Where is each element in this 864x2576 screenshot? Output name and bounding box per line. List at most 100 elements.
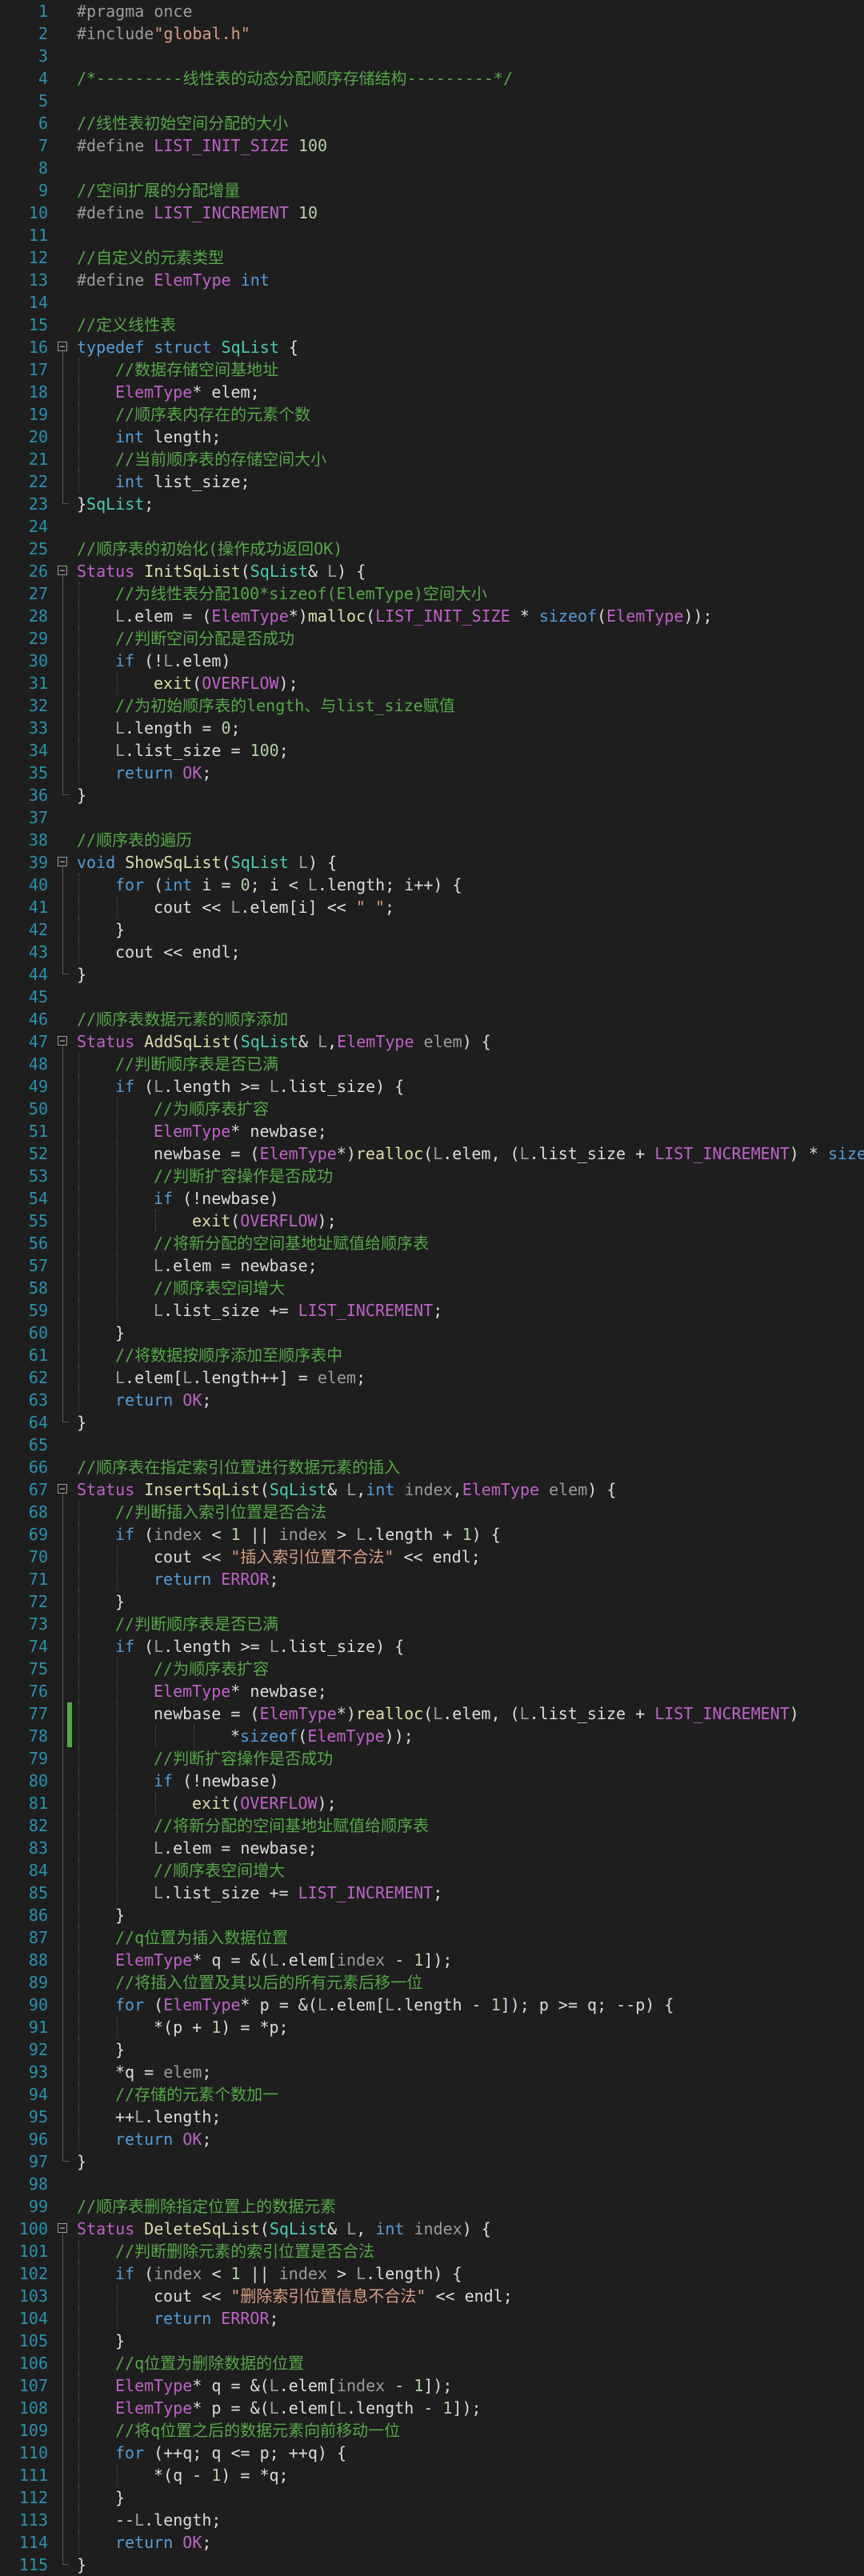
code-line[interactable]: 59 L.list_size += LIST_INCREMENT; xyxy=(0,1299,864,1322)
code-line[interactable]: 51 ElemType* newbase; xyxy=(0,1120,864,1142)
code-line[interactable]: 45 xyxy=(0,986,864,1008)
code-line[interactable]: 94 //存储的元素个数加一 xyxy=(0,2083,864,2106)
code-line[interactable]: 114 return OK; xyxy=(0,2531,864,2554)
code-line[interactable]: 35 return OK; xyxy=(0,762,864,784)
code-line[interactable]: 95 ++L.length; xyxy=(0,2106,864,2128)
code-line[interactable]: 37 xyxy=(0,806,864,829)
code-line[interactable]: 112} xyxy=(0,2486,864,2509)
code-line[interactable]: 33 L.length = 0; xyxy=(0,717,864,739)
code-line[interactable]: 100− Status DeleteSqList(SqList& L, int i… xyxy=(0,2218,864,2240)
code-line[interactable]: 1 #pragma once xyxy=(0,0,864,22)
code-line[interactable]: 31 exit(OVERFLOW); xyxy=(0,672,864,694)
code-line[interactable]: 19 //顺序表内存在的元素个数 xyxy=(0,403,864,426)
code-line[interactable]: 36} xyxy=(0,784,864,806)
code-line[interactable]: 28 L.elem = (ElemType*)malloc(LIST_INIT_S… xyxy=(0,605,864,627)
code-line[interactable]: 66 //顺序表在指定索引位置进行数据元素的插入 xyxy=(0,1456,864,1478)
code-line[interactable]: 9 //空间扩展的分配增量 xyxy=(0,179,864,202)
code-line[interactable]: 11 xyxy=(0,224,864,246)
code-line[interactable]: 41 cout << L.elem[i] << " "; xyxy=(0,896,864,918)
code-line[interactable]: 27 //为线性表分配100*sizeof(ElemType)空间大小 xyxy=(0,582,864,605)
code-line[interactable]: 109 //将q位置之后的数据元素向前移动一位 xyxy=(0,2419,864,2442)
code-line[interactable]: 4 /*---------线性表的动态分配顺序存储结构---------*/ xyxy=(0,67,864,90)
code-line[interactable]: 7 #define LIST_INIT_SIZE 100 xyxy=(0,134,864,157)
code-editor[interactable]: 1 #pragma once 2 #include"global.h" 3 4/*----… xyxy=(0,0,864,2576)
code-line[interactable]: 12 //自定义的元素类型 xyxy=(0,246,864,269)
code-line[interactable]: 22 int list_size; xyxy=(0,470,864,493)
code-line[interactable]: 110 for (++q; q <= p; ++q) { xyxy=(0,2442,864,2464)
code-line[interactable]: 46 //顺序表数据元素的顺序添加 xyxy=(0,1008,864,1030)
code-line[interactable]: 5 xyxy=(0,90,864,112)
code-line[interactable]: 23}SqList; xyxy=(0,493,864,515)
code-line[interactable]: 76 ElemType* newbase; xyxy=(0,1680,864,1702)
code-line[interactable]: 86} xyxy=(0,1904,864,1926)
code-line[interactable]: 47− Status AddSqList(SqList& L,ElemType e… xyxy=(0,1030,864,1053)
code-line[interactable]: 71 return ERROR; xyxy=(0,1568,864,1590)
code-line[interactable]: 89 //将插入位置及其以后的所有元素后移一位 xyxy=(0,1971,864,1994)
code-line[interactable]: 90 for (ElemType* p = &(L.elem[L.length -… xyxy=(0,1994,864,2016)
code-line[interactable]: 87 //q位置为插入数据位置 xyxy=(0,1926,864,1949)
collapse-icon[interactable]: − xyxy=(58,1036,67,1046)
code-line[interactable]: 80 if (!newbase) xyxy=(0,1770,864,1792)
code-line[interactable]: 85 L.list_size += LIST_INCREMENT; xyxy=(0,1882,864,1904)
code-line[interactable]: 55 exit(OVERFLOW); xyxy=(0,1210,864,1232)
code-line[interactable]: 60} xyxy=(0,1322,864,1344)
code-line[interactable]: 70 cout << "插入索引位置不合法" << endl; xyxy=(0,1546,864,1568)
code-line[interactable]: 10 #define LIST_INCREMENT 10 xyxy=(0,202,864,224)
code-line[interactable]: 32 //为初始顺序表的length、与list_size赋值 xyxy=(0,694,864,717)
code-line[interactable]: 103 cout << "删除索引位置信息不合法" << endl; xyxy=(0,2285,864,2307)
code-line[interactable]: 38 //顺序表的遍历 xyxy=(0,829,864,851)
code-line[interactable]: 105} xyxy=(0,2330,864,2352)
code-line[interactable]: 54 if (!newbase) xyxy=(0,1187,864,1210)
code-line[interactable]: 106 //q位置为删除数据的位置 xyxy=(0,2352,864,2374)
code-line[interactable]: 30 if (!L.elem) xyxy=(0,650,864,672)
code-line[interactable]: 62 L.elem[L.length++] = elem; xyxy=(0,1366,864,1389)
code-line[interactable]: 56 //将新分配的空间基地址赋值给顺序表 xyxy=(0,1232,864,1254)
collapse-icon[interactable]: − xyxy=(58,1484,67,1494)
code-line[interactable]: 2 #include"global.h" xyxy=(0,22,864,45)
code-line[interactable]: 6 //线性表初始空间分配的大小 xyxy=(0,112,864,134)
collapse-icon[interactable]: − xyxy=(58,2223,67,2233)
code-line[interactable]: 78 *sizeof(ElemType)); xyxy=(0,1725,864,1747)
collapse-icon[interactable]: − xyxy=(58,857,67,866)
code-line[interactable]: 98 xyxy=(0,2173,864,2195)
code-line[interactable]: 68 //判断插入索引位置是否合法 xyxy=(0,1501,864,1523)
code-line[interactable]: 29 //判断空间分配是否成功 xyxy=(0,627,864,650)
code-line[interactable]: 58 //顺序表空间增大 xyxy=(0,1277,864,1299)
code-line[interactable]: 72} xyxy=(0,1590,864,1613)
code-line[interactable]: 96 return OK; xyxy=(0,2128,864,2150)
code-line[interactable]: 79 //判断扩容操作是否成功 xyxy=(0,1747,864,1770)
code-line[interactable]: 21 //当前顺序表的存储空间大小 xyxy=(0,448,864,470)
code-line[interactable]: 101 //判断删除元素的索引位置是否合法 xyxy=(0,2240,864,2262)
code-line[interactable]: 64} xyxy=(0,1411,864,1434)
code-line[interactable]: 18 ElemType* elem; xyxy=(0,381,864,403)
code-line[interactable]: 77 newbase = (ElemType*)realloc(L.elem, (… xyxy=(0,1702,864,1725)
code-line[interactable]: 88 ElemType* q = &(L.elem[index - 1]); xyxy=(0,1949,864,1971)
code-line[interactable]: 49 if (L.length >= L.list_size) { xyxy=(0,1075,864,1098)
code-line[interactable]: 17 //数据存储空间基地址 xyxy=(0,358,864,381)
code-line[interactable]: 74 if (L.length >= L.list_size) { xyxy=(0,1635,864,1658)
code-line[interactable]: 42} xyxy=(0,918,864,941)
code-line[interactable]: 97} xyxy=(0,2150,864,2173)
code-line[interactable]: 24 xyxy=(0,515,864,538)
code-line[interactable]: 111 *(q - 1) = *q; xyxy=(0,2464,864,2486)
code-line[interactable]: 20 int length; xyxy=(0,426,864,448)
code-line[interactable]: 61 //将数据按顺序添加至顺序表中 xyxy=(0,1344,864,1366)
code-line[interactable]: 113 --L.length; xyxy=(0,2509,864,2531)
collapse-icon[interactable]: − xyxy=(58,342,67,351)
code-line[interactable]: 69 if (index < 1 || index > L.length + 1)… xyxy=(0,1523,864,1546)
code-line[interactable]: 43 cout << endl; xyxy=(0,941,864,963)
code-line[interactable]: 107 ElemType* q = &(L.elem[index - 1]); xyxy=(0,2374,864,2397)
code-line[interactable]: 26 − Status InitSqList(SqList& L) { xyxy=(0,560,864,582)
code-line[interactable]: 52 newbase = (ElemType*)realloc(L.elem, (… xyxy=(0,1142,864,1165)
code-line[interactable]: 92} xyxy=(0,2038,864,2061)
code-line[interactable]: 25 //顺序表的初始化(操作成功返回OK) xyxy=(0,538,864,560)
code-line[interactable]: 115} xyxy=(0,2554,864,2576)
code-line[interactable]: 99 //顺序表删除指定位置上的数据元素 xyxy=(0,2195,864,2218)
code-line[interactable]: 57 L.elem = newbase; xyxy=(0,1254,864,1277)
code-line[interactable]: 53 //判断扩容操作是否成功 xyxy=(0,1165,864,1187)
code-line[interactable]: 73 //判断顺序表是否已满 xyxy=(0,1613,864,1635)
code-line[interactable]: 34 L.list_size = 100; xyxy=(0,739,864,762)
code-line[interactable]: 104 return ERROR; xyxy=(0,2307,864,2330)
code-line[interactable]: 67− Status InsertSqList(SqList& L,int ind… xyxy=(0,1478,864,1501)
code-line[interactable]: 108 ElemType* p = &(L.elem[L.length - 1])… xyxy=(0,2397,864,2419)
